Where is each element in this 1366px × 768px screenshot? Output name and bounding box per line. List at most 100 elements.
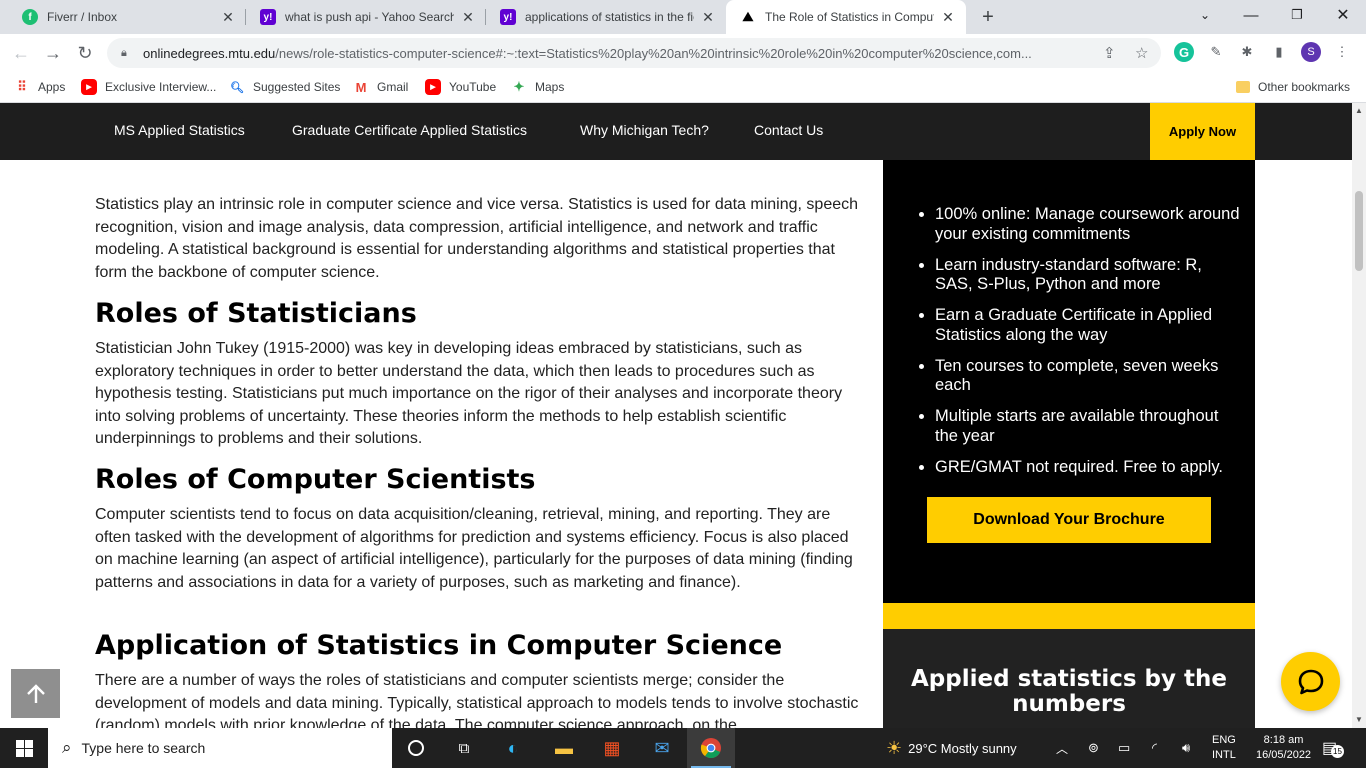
nav-contact-us[interactable]: Contact Us <box>754 122 823 138</box>
notifications-button[interactable]: ▤ 15 <box>1322 728 1344 768</box>
paragraph-computer-scientists: Computer scientists tend to focus on dat… <box>95 506 853 591</box>
cortana-icon[interactable] <box>392 728 440 768</box>
language-indicator[interactable]: ENG INTL <box>1212 728 1236 768</box>
features-panel: 100% online: Manage coursework around yo… <box>883 160 1255 603</box>
grammarly-icon[interactable]: G <box>1174 42 1194 62</box>
folder-icon <box>1236 81 1250 93</box>
share-icon[interactable]: ⇪ <box>1103 44 1116 62</box>
extensions-icon[interactable]: ✱ <box>1237 42 1257 62</box>
address-bar[interactable]: 🔒︎ onlinedegrees.mtu.edu/news/role-stati… <box>107 38 1161 68</box>
nav-ms-applied-statistics[interactable]: MS Applied Statistics <box>114 122 245 138</box>
mail-icon[interactable]: ✉ <box>638 728 686 768</box>
eyedropper-icon[interactable]: ✎ <box>1206 42 1226 62</box>
tab-fiverr[interactable]: f Fiverr / Inbox ✕ <box>8 0 246 34</box>
tray-expand-icon[interactable]: ︿ <box>1056 728 1068 768</box>
chat-bubble-icon <box>1298 669 1323 694</box>
site-nav: MS Applied Statistics Graduate Certifica… <box>0 103 1352 160</box>
bookmark-gmail[interactable]: M Gmail <box>353 77 409 97</box>
window-close-icon[interactable]: ✕ <box>1320 0 1366 30</box>
lang-top: ENG <box>1212 734 1236 746</box>
youtube-icon: ▶ <box>81 79 97 95</box>
bookmark-label: Exclusive Interview... <box>105 80 217 94</box>
weather-widget[interactable]: ☀ 29°C Mostly sunny <box>886 728 1017 768</box>
gmail-icon: M <box>355 79 367 95</box>
tab-yahoo-stats[interactable]: y! applications of statistics in the fie… <box>486 0 726 34</box>
lang-bottom: INTL <box>1212 749 1236 761</box>
mtu-icon: ⛰ <box>742 9 754 24</box>
reload-icon[interactable]: ↻ <box>72 40 98 66</box>
bookmark-apps[interactable]: ⠿ Apps <box>14 77 65 97</box>
scroll-down-icon[interactable]: ▼ <box>1352 712 1366 726</box>
nav-why-michigan-tech[interactable]: Why Michigan Tech? <box>580 122 709 138</box>
page-scrollbar[interactable]: ▲ ▼ <box>1352 103 1366 728</box>
file-explorer-icon[interactable]: ▬ <box>540 728 588 768</box>
chrome-icon[interactable] <box>687 728 735 768</box>
bookmark-suggested[interactable]: 🔍︎ Suggested Sites <box>229 77 340 97</box>
apps-grid-icon: ⠿ <box>17 79 27 94</box>
lock-icon[interactable]: 🔒︎ <box>121 47 133 59</box>
clock[interactable]: 8:18 am 16/05/2022 <box>1256 728 1311 768</box>
apply-now-button[interactable]: Apply Now <box>1150 103 1255 160</box>
edge-icon[interactable]: ◐ <box>489 728 537 768</box>
back-to-top-button[interactable] <box>11 669 60 718</box>
tab-yahoo-push[interactable]: y! what is push api - Yahoo Search R ✕ <box>246 0 486 34</box>
list-item: Earn a Graduate Certificate in Applied S… <box>935 306 1240 345</box>
taskbar-search-box[interactable]: ⌕ Type here to search <box>48 728 392 768</box>
program-sidebar: 100% online: Manage coursework around yo… <box>883 160 1255 728</box>
bookmark-label: Other bookmarks <box>1258 80 1351 94</box>
restore-icon[interactable]: ❐ <box>1274 0 1320 30</box>
tab-role-statistics[interactable]: ⛰ The Role of Statistics in Compute ✕ <box>726 0 966 34</box>
windows-start-button[interactable] <box>0 728 48 768</box>
divider-band <box>883 603 1255 629</box>
network-icon[interactable]: ◜ <box>1152 728 1157 768</box>
task-view-icon[interactable]: ⧉ <box>440 728 488 768</box>
close-icon[interactable]: ✕ <box>700 9 716 25</box>
scroll-thumb[interactable] <box>1355 191 1363 271</box>
meet-now-icon[interactable]: ⊚ <box>1088 728 1099 768</box>
clock-date: 16/05/2022 <box>1256 749 1312 761</box>
forward-icon[interactable]: → <box>40 40 66 66</box>
tab-strip: f Fiverr / Inbox ✕ y! what is push api -… <box>0 0 1366 34</box>
url-text[interactable]: onlinedegrees.mtu.edu/news/role-statisti… <box>143 46 1093 61</box>
bookmark-other[interactable]: Other bookmarks <box>1236 77 1350 97</box>
bookmark-exclusive[interactable]: ▶ Exclusive Interview... <box>81 77 216 97</box>
new-tab-button[interactable]: + <box>976 5 1000 29</box>
heading-roles-statisticians: Roles of Statisticians <box>95 298 417 329</box>
list-item: Ten courses to complete, seven weeks eac… <box>935 357 1240 396</box>
tab-search-icon[interactable]: ⌄ <box>1182 0 1228 30</box>
chat-button[interactable] <box>1281 652 1340 711</box>
battery-icon[interactable]: ▭ <box>1118 728 1130 768</box>
heading-application: Application of Statistics in Computer Sc… <box>95 630 783 661</box>
yahoo-icon: y! <box>260 9 276 25</box>
bookmark-maps[interactable]: ✦ Maps <box>511 77 565 97</box>
browser-toolbar: ← → ↻ 🔒︎ onlinedegrees.mtu.edu/news/role… <box>0 34 1366 72</box>
bookmark-label: Gmail <box>377 80 409 94</box>
close-icon[interactable]: ✕ <box>940 9 956 25</box>
close-icon[interactable]: ✕ <box>460 9 476 25</box>
scroll-up-icon[interactable]: ▲ <box>1352 103 1366 117</box>
windows-taskbar: ⌕ Type here to search ⧉ ◐ ▬ ▦ ✉ ☀ 29°C M… <box>0 728 1366 768</box>
clock-time: 8:18 am <box>1263 734 1304 746</box>
minimize-icon[interactable]: — <box>1228 0 1274 30</box>
paragraph-application: There are a number of ways the roles of … <box>95 672 859 728</box>
nav-graduate-certificate[interactable]: Graduate Certificate Applied Statistics <box>292 122 527 138</box>
close-icon[interactable]: ✕ <box>220 9 236 25</box>
side-panel-icon[interactable]: ▮ <box>1269 42 1289 62</box>
bookmark-label: Suggested Sites <box>253 80 341 94</box>
bookmark-youtube[interactable]: ▶ YouTube <box>425 77 496 97</box>
list-item: Multiple starts are available throughout… <box>935 407 1240 446</box>
features-list: 100% online: Manage coursework around yo… <box>935 205 1240 489</box>
tab-title: The Role of Statistics in Compute <box>765 10 934 24</box>
back-icon[interactable]: ← <box>8 40 34 66</box>
sun-icon: ☀ <box>886 737 903 758</box>
notification-count: 15 <box>1331 745 1344 758</box>
youtube-icon: ▶ <box>425 79 441 95</box>
store-icon[interactable]: ▦ <box>588 728 636 768</box>
windows-logo-icon <box>15 739 33 757</box>
bookmark-star-icon[interactable]: ☆ <box>1135 44 1148 62</box>
download-brochure-button[interactable]: Download Your Brochure <box>927 497 1211 543</box>
volume-icon[interactable]: 🔊︎ <box>1182 728 1190 768</box>
profile-avatar[interactable]: S <box>1301 42 1321 62</box>
menu-icon[interactable]: ⋮ <box>1332 42 1352 62</box>
bookmark-label: Maps <box>535 80 565 94</box>
